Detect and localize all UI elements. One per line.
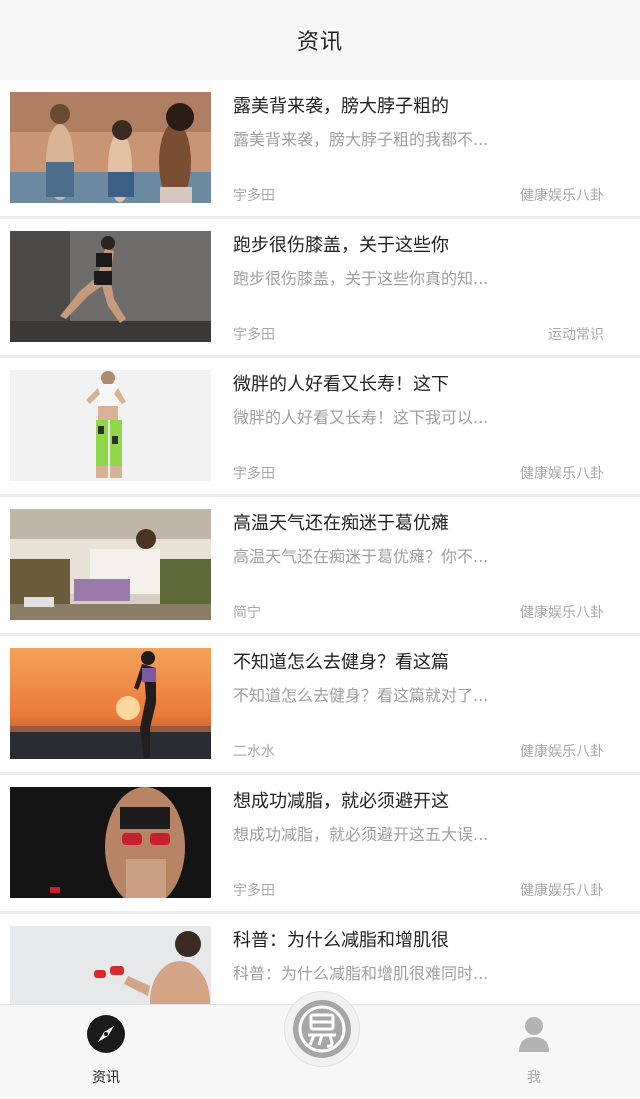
article-category: 健康娱乐八卦: [520, 883, 604, 899]
article-author: 宇多田: [233, 188, 275, 204]
article-author: 简宁: [233, 605, 261, 621]
article-thumbnail: [10, 231, 211, 342]
bottom-tab-bar: 资讯 我: [0, 991, 640, 1099]
article-title: 不知道怎么去健身？看这篇: [233, 652, 449, 673]
article-item[interactable]: 不知道怎么去健身？看这篇 不知道怎么去健身？看这篇就对了... 二水水 健康娱乐…: [0, 636, 640, 775]
center-action-button[interactable]: [284, 991, 360, 1067]
article-thumbnail: [10, 648, 211, 759]
article-thumbnail: [10, 92, 211, 203]
article-title: 想成功减脂，就必须避开这: [233, 791, 449, 812]
article-thumbnail: [10, 926, 211, 1004]
article-item[interactable]: 想成功减脂，就必须避开这 想成功减脂，就必须避开这五大误... 宇多田 健康娱乐…: [0, 775, 640, 914]
article-summary: 想成功减脂，就必须避开这五大误...: [233, 825, 489, 844]
article-category: 健康娱乐八卦: [520, 466, 604, 482]
article-summary: 不知道怎么去健身？看这篇就对了...: [233, 686, 489, 705]
article-item[interactable]: 高温天气还在痴迷于葛优瘫 高温天气还在痴迷于葛优瘫？你不... 简宁 健康娱乐八…: [0, 497, 640, 636]
app-header: 资讯: [0, 0, 640, 80]
tab-news-label: 资讯: [92, 1070, 120, 1086]
compass-icon: [87, 1015, 125, 1053]
page-title: 资讯: [296, 30, 343, 55]
article-author: 宇多田: [233, 466, 275, 482]
article-summary: 微胖的人好看又长寿！这下我可以...: [233, 408, 489, 427]
article-category: 健康娱乐八卦: [520, 744, 604, 760]
article-title: 科普：为什么减脂和增肌很: [233, 930, 449, 951]
article-category: 运动常识: [548, 327, 604, 343]
article-summary: 高温天气还在痴迷于葛优瘫？你不...: [233, 547, 489, 566]
article-author: 宇多田: [233, 327, 275, 343]
article-item[interactable]: 露美背来袭，膀大脖子粗的 露美背来袭，膀大脖子粗的我都不... 宇多田 健康娱乐…: [0, 80, 640, 219]
article-item[interactable]: 跑步很伤膝盖，关于这些你 跑步很伤膝盖，关于这些你真的知... 宇多田 运动常识: [0, 219, 640, 358]
article-title: 微胖的人好看又长寿！这下: [233, 374, 449, 395]
tab-me[interactable]: 我: [474, 1005, 594, 1099]
article-title: 跑步很伤膝盖，关于这些你: [233, 235, 449, 256]
tab-me-label: 我: [527, 1070, 541, 1086]
tab-news[interactable]: 资讯: [46, 1005, 166, 1099]
article-title: 高温天气还在痴迷于葛优瘫: [233, 513, 449, 534]
article-summary: 露美背来袭，膀大脖子粗的我都不...: [233, 130, 489, 149]
article-item[interactable]: 微胖的人好看又长寿！这下 微胖的人好看又长寿！这下我可以... 宇多田 健康娱乐…: [0, 358, 640, 497]
article-author: 二水水: [233, 744, 275, 760]
article-thumbnail: [10, 509, 211, 620]
article-title: 露美背来袭，膀大脖子粗的: [233, 96, 449, 117]
article-summary: 跑步很伤膝盖，关于这些你真的知...: [233, 269, 489, 288]
article-summary: 科普：为什么减脂和增肌很难同时...: [233, 964, 489, 983]
article-thumbnail: [10, 370, 211, 481]
article-category: 健康娱乐八卦: [520, 605, 604, 621]
person-icon: [515, 1015, 553, 1053]
app-logo-icon: [293, 1000, 351, 1058]
article-list[interactable]: 露美背来袭，膀大脖子粗的 露美背来袭，膀大脖子粗的我都不... 宇多田 健康娱乐…: [0, 80, 640, 1004]
article-thumbnail: [10, 787, 211, 898]
article-author: 宇多田: [233, 883, 275, 899]
article-category: 健康娱乐八卦: [520, 188, 604, 204]
